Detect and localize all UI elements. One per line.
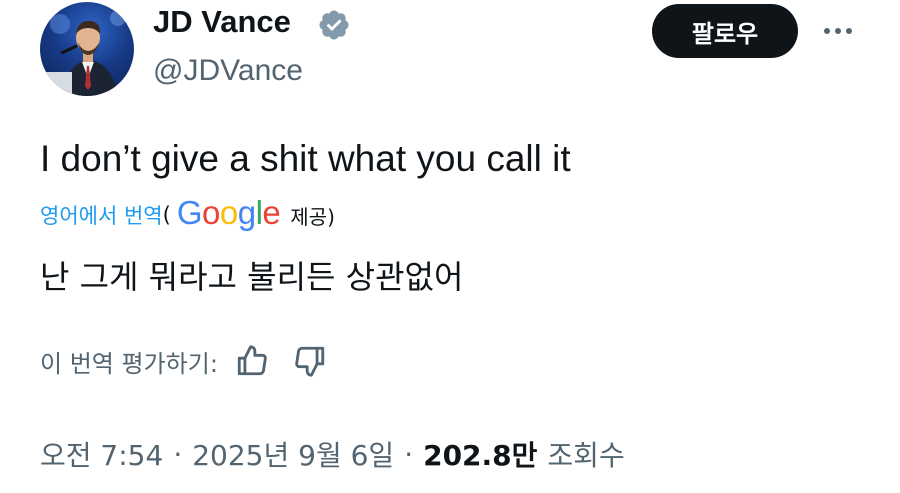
tweet-time[interactable]: 오전 7:54	[40, 434, 163, 474]
separator: ·	[404, 437, 414, 471]
thumbs-up-icon[interactable]	[232, 341, 272, 381]
translated-text: 난 그게 뭐라고 불리든 상관없어	[40, 258, 464, 296]
translate-link[interactable]: 영어에서 번역	[40, 200, 163, 230]
google-logo-letter: g	[237, 194, 256, 231]
google-logo-letter: e	[262, 194, 281, 231]
google-logo-letter: o	[201, 194, 220, 231]
separator: ·	[173, 437, 183, 471]
avatar[interactable]	[40, 2, 134, 96]
tweet-meta: 오전 7:54 · 2025년 9월 6일 · 202.8만 조회수	[40, 432, 625, 476]
tweet-text: I don’t give a shit what you call it	[40, 138, 571, 179]
handle[interactable]: @JDVance	[153, 51, 303, 91]
display-name[interactable]: JD Vance	[153, 2, 291, 42]
thumbs-down-icon[interactable]	[290, 341, 330, 381]
rate-translation: 이 번역 평가하기:	[40, 337, 330, 385]
tweet-date[interactable]: 2025년 9월 6일	[192, 434, 394, 474]
rate-label: 이 번역 평가하기:	[40, 349, 218, 378]
views-count: 202.8만	[423, 439, 538, 472]
more-options-icon[interactable]	[818, 14, 858, 48]
views-label: 조회수	[547, 439, 625, 472]
avatar-photo	[46, 10, 126, 96]
google-logo-letter: G	[176, 194, 203, 231]
follow-button[interactable]: 팔로우	[652, 4, 798, 58]
google-logo: Google	[176, 194, 281, 232]
google-logo-letter: o	[219, 194, 238, 231]
open-paren: (	[162, 203, 171, 227]
provided-label: 제공)	[290, 204, 335, 229]
translation-attribution: 영어에서 번역( Google 제공)	[40, 193, 335, 237]
verified-badge-icon	[319, 10, 349, 40]
